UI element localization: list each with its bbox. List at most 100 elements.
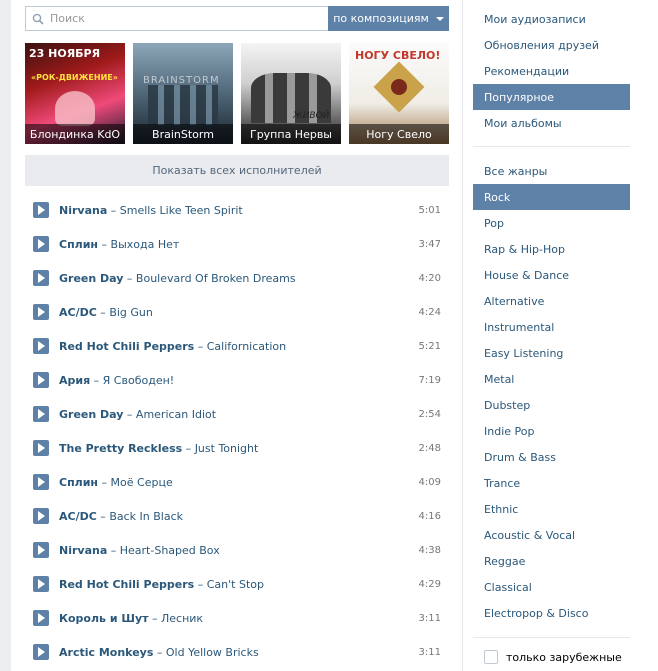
track-title[interactable]: Old Yellow Bricks	[166, 646, 259, 659]
poster-text: 23 НОЯБРЯ	[29, 47, 101, 60]
menu-item[interactable]: Обновления друзей	[473, 32, 630, 58]
track-row[interactable]: Green Day – Boulevard Of Broken Dreams 4:…	[25, 261, 449, 295]
artist-tile[interactable]: 23 НОЯБРЯ «РОК-ДВИЖЕНИЕ» Блондинка KdO	[25, 43, 125, 144]
track-duration: 4:20	[418, 272, 441, 284]
track-title[interactable]: Big Gun	[109, 306, 153, 319]
track-title[interactable]: Can't Stop	[207, 578, 264, 591]
track-separator: –	[153, 645, 166, 659]
track-artist[interactable]: Сплин	[59, 238, 98, 251]
track-row[interactable]: Nirvana – Smells Like Teen Spirit 5:01	[25, 193, 449, 227]
track-artist[interactable]: The Pretty Reckless	[59, 442, 182, 455]
play-icon[interactable]	[33, 508, 49, 524]
track-row[interactable]: Nirvana – Heart-Shaped Box 4:38	[25, 533, 449, 567]
play-icon[interactable]	[33, 372, 49, 388]
play-icon[interactable]	[33, 406, 49, 422]
genre-item[interactable]: Alternative	[473, 288, 630, 314]
track-row[interactable]: Green Day – American Idiot 2:54	[25, 397, 449, 431]
search-field[interactable]	[25, 6, 328, 31]
track-row[interactable]: Сплин – Выхода Нет 3:47	[25, 227, 449, 261]
track-artist[interactable]: Green Day	[59, 272, 123, 285]
genre-item[interactable]: Ethnic	[473, 496, 630, 522]
play-icon[interactable]	[33, 338, 49, 354]
genre-item[interactable]: Trance	[473, 470, 630, 496]
track-artist[interactable]: Король и Шут	[59, 612, 149, 625]
track-artist[interactable]: AC/DC	[59, 510, 97, 523]
track-row[interactable]: Red Hot Chili Peppers – Can't Stop 4:29	[25, 567, 449, 601]
play-icon[interactable]	[33, 304, 49, 320]
play-icon[interactable]	[33, 576, 49, 592]
artist-name: Ногу Свело	[349, 124, 449, 144]
genre-item[interactable]: Indie Pop	[473, 418, 630, 444]
track-duration: 2:48	[418, 442, 441, 454]
genre-item[interactable]: Все жанры	[473, 158, 630, 184]
track-artist[interactable]: AC/DC	[59, 306, 97, 319]
genre-item[interactable]: Rock	[473, 184, 630, 210]
play-icon[interactable]	[33, 202, 49, 218]
genre-item[interactable]: Dubstep	[473, 392, 630, 418]
poster-text: «РОК-ДВИЖЕНИЕ»	[31, 73, 118, 82]
track-title[interactable]: Boulevard Of Broken Dreams	[136, 272, 296, 285]
genre-item[interactable]: Easy Listening	[473, 340, 630, 366]
play-icon[interactable]	[33, 644, 49, 660]
play-icon[interactable]	[33, 542, 49, 558]
track-title[interactable]: Californication	[207, 340, 286, 353]
genre-item[interactable]: Classical	[473, 574, 630, 600]
track-row[interactable]: AC/DC – Back In Black 4:16	[25, 499, 449, 533]
track-row[interactable]: The Pretty Reckless – Just Tonight 2:48	[25, 431, 449, 465]
genre-item[interactable]: Electropop & Disco	[473, 600, 630, 626]
menu-item[interactable]: Мои аудиозаписи	[473, 6, 630, 32]
track-separator: –	[123, 407, 136, 421]
genre-item[interactable]: Drum & Bass	[473, 444, 630, 470]
menu-item[interactable]: Рекомендации	[473, 58, 630, 84]
show-all-artists-button[interactable]: Показать всех исполнителей	[25, 155, 449, 186]
genre-item[interactable]: Rap & Hip-Hop	[473, 236, 630, 262]
track-duration: 7:19	[418, 374, 441, 386]
track-title[interactable]: Heart-Shaped Box	[120, 544, 220, 557]
track-artist[interactable]: Red Hot Chili Peppers	[59, 578, 194, 591]
track-title[interactable]: Выхода Нет	[111, 238, 180, 251]
play-icon[interactable]	[33, 270, 49, 286]
track-separator: –	[194, 577, 207, 591]
artist-tile[interactable]: BRAINSTORM BrainStorm	[133, 43, 233, 144]
genre-item[interactable]: Acoustic & Vocal	[473, 522, 630, 548]
track-row[interactable]: Ария – Я Свободен! 7:19	[25, 363, 449, 397]
play-icon[interactable]	[33, 236, 49, 252]
artist-tile[interactable]: НОГУ СВЕЛО! Ногу Свело	[349, 43, 449, 144]
track-artist[interactable]: Nirvana	[59, 544, 107, 557]
track-artist[interactable]: Red Hot Chili Peppers	[59, 340, 194, 353]
track-title[interactable]: Just Tonight	[195, 442, 259, 455]
track-row[interactable]: Сплин – Моё Серце 4:09	[25, 465, 449, 499]
track-title[interactable]: Back In Black	[109, 510, 183, 523]
play-icon[interactable]	[33, 440, 49, 456]
track-title[interactable]: American Idiot	[136, 408, 216, 421]
track-artist[interactable]: Сплин	[59, 476, 98, 489]
track-info: Green Day – Boulevard Of Broken Dreams	[59, 272, 296, 285]
foreign-only-toggle[interactable]: только зарубежные	[484, 650, 622, 664]
track-row[interactable]: Red Hot Chili Peppers – Californication 5…	[25, 329, 449, 363]
track-row[interactable]: AC/DC – Big Gun 4:24	[25, 295, 449, 329]
track-artist[interactable]: Arctic Monkeys	[59, 646, 153, 659]
track-title[interactable]: Моё Серце	[111, 476, 173, 489]
track-artist[interactable]: Ария	[59, 374, 90, 387]
search-filter-dropdown[interactable]: по композициям	[328, 6, 449, 31]
track-duration: 5:21	[418, 340, 441, 352]
genre-item[interactable]: House & Dance	[473, 262, 630, 288]
track-artist[interactable]: Green Day	[59, 408, 123, 421]
genre-item[interactable]: Instrumental	[473, 314, 630, 340]
track-row[interactable]: Arctic Monkeys – Old Yellow Bricks 3:11	[25, 635, 449, 669]
track-title[interactable]: Лесник	[161, 612, 203, 625]
genre-item[interactable]: Reggae	[473, 548, 630, 574]
play-icon[interactable]	[33, 474, 49, 490]
play-icon[interactable]	[33, 610, 49, 626]
artist-tile[interactable]: ЖИВОЙ Группа Нервы	[241, 43, 341, 144]
track-row[interactable]: Король и Шут – Лесник 3:11	[25, 601, 449, 635]
track-artist[interactable]: Nirvana	[59, 204, 107, 217]
foreign-only-checkbox[interactable]	[484, 650, 498, 664]
track-title[interactable]: Я Свободен!	[103, 374, 175, 387]
search-input[interactable]	[50, 12, 310, 25]
menu-item[interactable]: Мои альбомы	[473, 110, 630, 136]
menu-item[interactable]: Популярное	[473, 84, 630, 110]
track-title[interactable]: Smells Like Teen Spirit	[120, 204, 243, 217]
genre-item[interactable]: Metal	[473, 366, 630, 392]
genre-item[interactable]: Pop	[473, 210, 630, 236]
